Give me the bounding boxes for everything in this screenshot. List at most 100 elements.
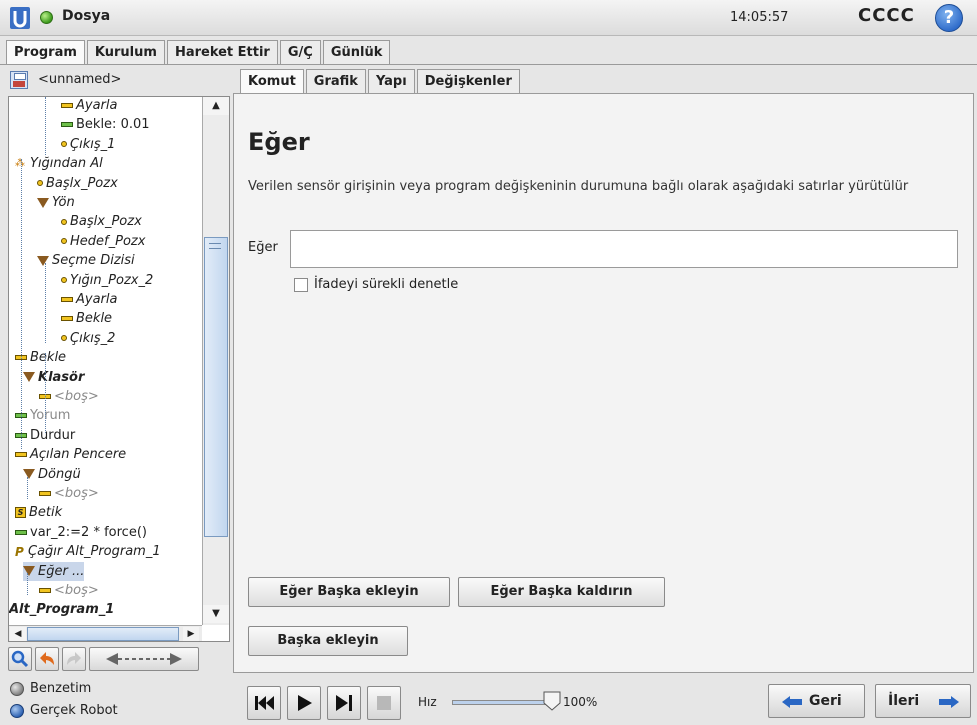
continuous-check-label: İfadeyi sürekli denetle (314, 277, 459, 292)
speed-fill (453, 701, 551, 704)
status-indicator-icon (40, 11, 53, 24)
add-else-button[interactable]: Başka ekleyin (248, 626, 408, 656)
tree-node[interactable]: <boş> (39, 484, 99, 503)
tree-node[interactable]: Eğer ... (23, 561, 85, 581)
call-icon: P (15, 544, 24, 559)
undo-icon[interactable] (35, 647, 59, 671)
tab-gc[interactable]: G/Ç (279, 40, 321, 64)
set-icon (61, 297, 73, 302)
tree-node[interactable]: Yığın_Pozx_2 (61, 271, 153, 290)
tree-node[interactable]: Alt_Program_1 (9, 600, 114, 619)
tree-node[interactable]: <boş> (39, 387, 99, 406)
tree-node[interactable]: P Çağır Alt_Program_1 (15, 542, 161, 561)
tab-yapi[interactable]: Yapı (367, 69, 415, 93)
tree-node-label: Açılan Pencere (30, 447, 127, 463)
scroll-thumb[interactable] (204, 237, 228, 537)
move-node-icon[interactable] (89, 647, 199, 671)
tree-node-label: Eğer ... (38, 563, 85, 579)
tree-node-label: Başlx_Pozx (46, 175, 118, 191)
script-icon: S (15, 507, 26, 519)
tree-node[interactable]: Ayarla (61, 97, 117, 115)
tab-degiskenler[interactable]: Değişkenler (416, 69, 520, 93)
tree-node[interactable]: Hedef_Pozx (61, 232, 145, 251)
scroll-up-icon[interactable]: ▲ (203, 97, 229, 115)
arrow-right-icon (939, 696, 959, 708)
tree-node-label: Döngü (38, 466, 81, 482)
tree-node[interactable]: var_2:=2 * force() (15, 523, 147, 542)
tab-kurulum[interactable]: Kurulum (86, 40, 165, 64)
tree-node[interactable]: Bekle (61, 309, 112, 328)
page-title: Eğer (248, 128, 310, 156)
tab-divider (0, 64, 977, 65)
tree-horizontal-scrollbar[interactable]: ◀ ▶ (9, 625, 202, 641)
tree-node-label: <boş> (54, 583, 99, 598)
stop-button[interactable] (367, 686, 401, 720)
robot-name: CCCC (858, 5, 915, 26)
continuous-check-checkbox[interactable] (294, 278, 308, 292)
tree-node-label: Yorum (30, 408, 71, 424)
tree-node-label: Seçme Dizisi (52, 253, 135, 269)
speed-slider[interactable] (452, 700, 552, 705)
tree-node-label: Başlx_Pozx (70, 214, 142, 230)
tab-komut[interactable]: Komut (240, 69, 304, 93)
tree-connector (45, 97, 46, 155)
tree-node-label: <boş> (54, 389, 99, 404)
remove-elseif-button[interactable]: Eğer Başka kaldırın (458, 577, 665, 607)
mode-simulation-label: Benzetim (30, 681, 92, 696)
program-header: <unnamed> (8, 69, 228, 93)
expression-input[interactable] (290, 230, 958, 268)
back-label: Geri (809, 693, 842, 709)
grip-icon (209, 243, 221, 249)
tree-node[interactable]: Başlx_Pozx (37, 174, 118, 193)
search-icon[interactable] (8, 647, 32, 671)
tree-node[interactable]: S Betik (15, 503, 62, 522)
scroll-down-icon[interactable]: ▼ (203, 605, 229, 623)
tree-node[interactable]: Ayarla (61, 290, 117, 309)
tree-node[interactable]: Seçme Dizisi (37, 251, 135, 270)
set-icon (39, 491, 51, 496)
file-menu[interactable]: Dosya (62, 8, 110, 24)
tree-node[interactable]: Bekle (15, 348, 66, 367)
tree-node-label: Ayarla (76, 98, 118, 113)
folder-icon (23, 469, 35, 480)
tab-hareket-ettir[interactable]: Hareket Ettir (166, 40, 278, 64)
save-icon[interactable] (10, 71, 28, 89)
tree-node-label: var_2:=2 * force() (30, 524, 147, 540)
horizontal-scroll-thumb[interactable] (27, 627, 179, 641)
add-elseif-button[interactable]: Eğer Başka ekleyin (248, 577, 450, 607)
next-button[interactable]: İleri (875, 684, 971, 718)
play-button[interactable] (287, 686, 321, 720)
speed-slider-thumb[interactable] (543, 691, 561, 711)
command-panel: Eğer Verilen sensör girişinin veya progr… (233, 93, 974, 673)
set-icon (39, 588, 51, 593)
tree-node[interactable]: Döngü (23, 465, 81, 484)
tree-node[interactable]: Klasör (23, 368, 84, 387)
tree-node[interactable]: Yön (37, 193, 75, 212)
waypoint-icon (61, 218, 67, 225)
tree-node[interactable]: Yorum (15, 406, 70, 425)
tab-program[interactable]: Program (6, 40, 85, 65)
step-button[interactable] (327, 686, 361, 720)
scroll-left-icon[interactable]: ◀ (10, 627, 26, 641)
tree-node[interactable]: Açılan Pencere (15, 445, 126, 464)
tree-node[interactable]: Başlx_Pozx (61, 212, 142, 231)
skip-back-button[interactable] (247, 686, 281, 720)
tree-node[interactable]: Çıkış_2 (61, 329, 115, 348)
command-description: Verilen sensör girişinin veya program de… (248, 179, 909, 194)
tree-node-label: Çıkış_1 (70, 136, 116, 152)
redo-icon[interactable] (62, 647, 86, 671)
scroll-right-icon[interactable]: ▶ (183, 627, 199, 641)
tree-vertical-scrollbar[interactable]: ▲ ▼ (202, 97, 229, 625)
tree-node[interactable]: Çıkış_1 (61, 135, 115, 154)
tab-grafik[interactable]: Grafik (305, 69, 366, 93)
tree-node-label: <boş> (54, 486, 99, 501)
tree-node[interactable]: Bekle: 0.01 (61, 115, 150, 134)
tree-connector (27, 573, 28, 595)
folder-icon (37, 255, 49, 266)
tab-gunluk[interactable]: Günlük (322, 40, 391, 64)
help-button[interactable]: ? (935, 4, 963, 32)
back-button[interactable]: Geri (768, 684, 865, 718)
tree-node[interactable]: <boş> (39, 581, 99, 600)
tree-node[interactable]: ⁂ Yığından Al (15, 154, 103, 173)
title-bar: Dosya 14:05:57 CCCC ? (0, 0, 977, 36)
